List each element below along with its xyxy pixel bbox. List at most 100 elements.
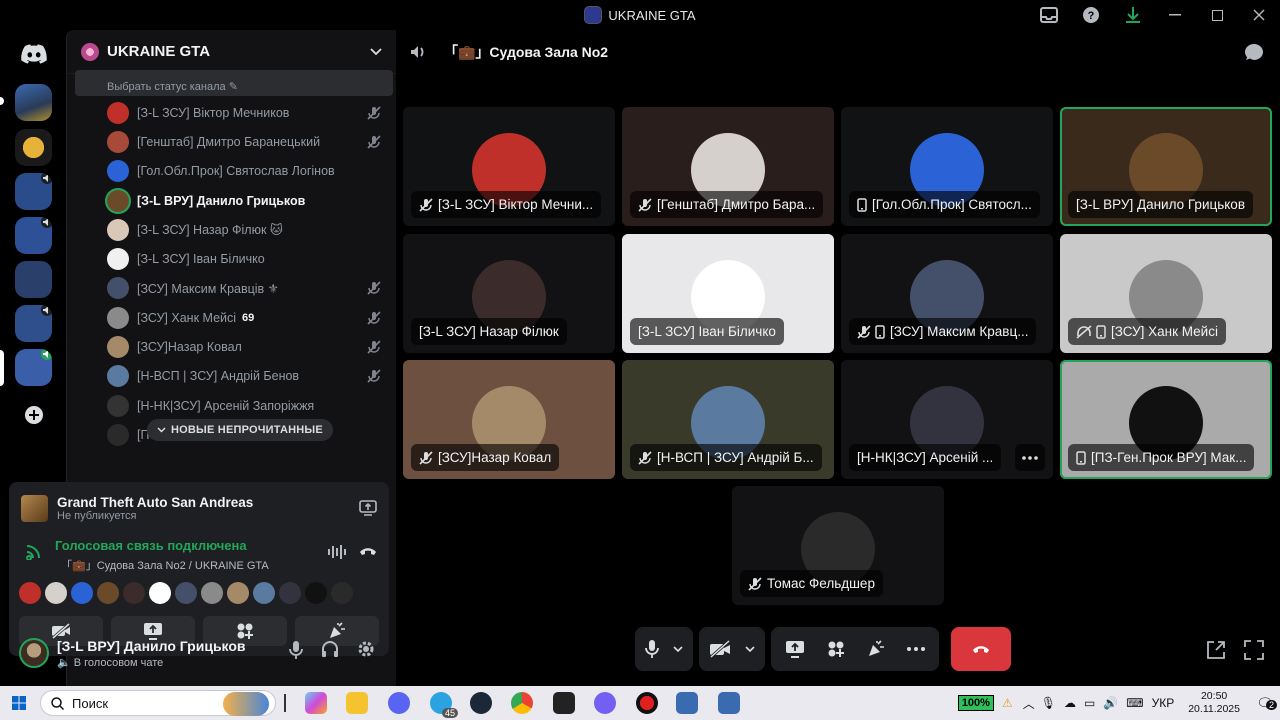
- chevron-down-icon[interactable]: [745, 646, 755, 652]
- obs-record-icon[interactable]: [636, 692, 658, 714]
- taskbar-clock[interactable]: 20:50 20.11.2025: [1188, 690, 1240, 716]
- add-server-icon[interactable]: [15, 396, 52, 433]
- voice-participant-avatar[interactable]: [331, 582, 353, 604]
- soundboard-icon[interactable]: [867, 640, 885, 658]
- copilot-app-icon[interactable]: [305, 692, 327, 714]
- headphones-icon[interactable]: [321, 640, 339, 658]
- camera-off-icon[interactable]: [709, 640, 731, 658]
- stream-game-icon[interactable]: [359, 500, 377, 516]
- share-screen-icon[interactable]: [785, 640, 805, 658]
- voice-participant-avatar[interactable]: [45, 582, 67, 604]
- participant-tile[interactable]: [ЗСУ] Максим Кравц...: [841, 234, 1053, 353]
- voice-participant-avatar[interactable]: [305, 582, 327, 604]
- voice-participant-avatar[interactable]: [123, 582, 145, 604]
- participant-tile[interactable]: [З-L ЗСУ] Назар Філюк: [403, 234, 615, 353]
- steam-icon[interactable]: [470, 692, 492, 714]
- tray-expand-icon[interactable]: ︿: [1023, 695, 1035, 712]
- participant-tile[interactable]: [ЗСУ] Ханк Мейсі: [1060, 234, 1272, 353]
- participant-tile[interactable]: [З-L ЗСУ] Віктор Мечни...: [403, 107, 615, 226]
- server-icon-d3[interactable]: [15, 261, 52, 298]
- activities-icon[interactable]: [827, 640, 845, 658]
- participant-tile[interactable]: [З-L ВРУ] Данило Грицьков: [1060, 107, 1272, 226]
- voice-participant-avatar[interactable]: [97, 582, 119, 604]
- file-explorer-icon[interactable]: [346, 692, 368, 714]
- inbox-icon[interactable]: [1028, 0, 1070, 30]
- discord-taskbar-icon[interactable]: [388, 692, 410, 714]
- server-icon-d4[interactable]: [15, 305, 52, 342]
- participant-tile[interactable]: [ЗСУ]Назар Ковал: [403, 360, 615, 479]
- battery-icon[interactable]: ▭: [1084, 696, 1095, 710]
- member-name: [З-L ВРУ] Данило Грицьков: [137, 193, 306, 208]
- maximize-icon[interactable]: [1196, 0, 1238, 30]
- windows-start-icon[interactable]: [12, 696, 26, 710]
- voice-member-item[interactable]: [Н-ВСП | ЗСУ] Андрій Бенов: [67, 362, 397, 391]
- more-options-icon[interactable]: [1015, 444, 1045, 471]
- voice-participant-avatar[interactable]: [149, 582, 171, 604]
- settings-gear-icon[interactable]: [357, 640, 375, 658]
- onedrive-icon[interactable]: ☁: [1064, 696, 1076, 710]
- viber-icon[interactable]: [594, 692, 616, 714]
- channel-status-field[interactable]: Выбрать статус канала ✎: [75, 70, 393, 96]
- new-unread-button[interactable]: НОВЫЕ НЕПРОЧИТАННЫЕ: [147, 419, 333, 441]
- voice-member-item[interactable]: [ЗСУ]Назар Ковал: [67, 332, 397, 361]
- voice-participant-avatar[interactable]: [19, 582, 41, 604]
- voice-participant-avatar[interactable]: [201, 582, 223, 604]
- chrome-icon[interactable]: [511, 692, 533, 714]
- discord-home-icon[interactable]: [15, 35, 52, 72]
- game-launcher-icon-2[interactable]: [718, 692, 740, 714]
- voice-participant-avatar[interactable]: [279, 582, 301, 604]
- participant-tile[interactable]: [З-L ЗСУ] Іван Біличко: [622, 234, 834, 353]
- telegram-icon[interactable]: 45: [430, 692, 458, 718]
- voice-participant-avatar[interactable]: [227, 582, 249, 604]
- download-update-icon[interactable]: [1112, 0, 1154, 30]
- voice-member-item[interactable]: [Генштаб] Дмитро Баранецький: [67, 127, 397, 156]
- participant-tile[interactable]: [ПЗ-Ген.Прок ВРУ] Мак...: [1060, 360, 1272, 479]
- language-indicator[interactable]: УКР: [1152, 696, 1175, 710]
- server-icon-1[interactable]: [15, 84, 52, 121]
- minimize-icon[interactable]: [1154, 0, 1196, 30]
- voice-member-item[interactable]: [З-L ЗСУ] Назар Філюк 🐱: [67, 215, 397, 244]
- more-options-icon[interactable]: [907, 647, 925, 651]
- taskbar-search[interactable]: Поиск: [40, 690, 276, 716]
- server-icon-ukraine-gta[interactable]: [15, 349, 52, 386]
- epic-games-icon[interactable]: [553, 692, 575, 714]
- help-icon[interactable]: ?: [1070, 0, 1112, 30]
- popout-icon[interactable]: [1206, 640, 1226, 660]
- server-icon-crown[interactable]: [15, 129, 52, 166]
- voice-member-item[interactable]: [З-L ЗСУ] Іван Біличко: [67, 244, 397, 273]
- participant-tile[interactable]: [Н-ВСП | ЗСУ] Андрій Б...: [622, 360, 834, 479]
- volume-icon[interactable]: 🔊: [1103, 696, 1118, 710]
- voice-member-item[interactable]: [ЗСУ] Ханк Мейсі 69: [67, 303, 397, 332]
- voice-member-item[interactable]: [З-L ЗСУ] Віктор Мечников: [67, 98, 397, 127]
- signal-icon[interactable]: [25, 542, 43, 560]
- fullscreen-icon[interactable]: [1244, 640, 1264, 660]
- participant-tile[interactable]: Томас Фельдшер: [732, 486, 944, 605]
- microphone-icon[interactable]: [289, 640, 303, 660]
- participant-tile[interactable]: [Н-НК|ЗСУ] Арсеній ...: [841, 360, 1053, 479]
- microphone-icon[interactable]: [645, 639, 659, 659]
- voice-member-item[interactable]: [З-L ВРУ] Данило Грицьков: [67, 186, 397, 215]
- server-icon-d1[interactable]: [15, 173, 52, 210]
- network-icon[interactable]: ⌨: [1126, 696, 1143, 710]
- close-window-icon[interactable]: [1238, 0, 1280, 30]
- disconnect-icon[interactable]: [359, 546, 377, 556]
- tray-mic-icon[interactable]: 🎙: [1041, 696, 1056, 710]
- notifications-icon[interactable]: 🗨 2: [1250, 686, 1280, 720]
- participant-tile[interactable]: [Гол.Обл.Прок] Святосл...: [841, 107, 1053, 226]
- chat-bubble-icon[interactable]: [1244, 43, 1264, 61]
- voice-participant-avatar[interactable]: [71, 582, 93, 604]
- guild-header[interactable]: UKRAINE GTA: [67, 30, 396, 74]
- user-avatar[interactable]: [19, 638, 49, 668]
- end-call-button[interactable]: [951, 627, 1011, 671]
- chevron-down-icon[interactable]: [673, 646, 683, 652]
- voice-member-item[interactable]: [Гол.Обл.Прок] Святослав Логінов: [67, 157, 397, 186]
- warning-icon[interactable]: ⚠: [1002, 696, 1013, 710]
- server-icon-d2[interactable]: [15, 217, 52, 254]
- voice-member-item[interactable]: [ЗСУ] Максим Кравців ⚜: [67, 274, 397, 303]
- noise-suppression-icon[interactable]: [327, 544, 347, 560]
- voice-participant-avatar[interactable]: [175, 582, 197, 604]
- voice-member-item[interactable]: [Н-НК|ЗСУ] Арсеній Запоріжжя: [67, 391, 397, 420]
- game-launcher-icon-1[interactable]: [676, 692, 698, 714]
- voice-participant-avatar[interactable]: [253, 582, 275, 604]
- participant-tile[interactable]: [Генштаб] Дмитро Бара...: [622, 107, 834, 226]
